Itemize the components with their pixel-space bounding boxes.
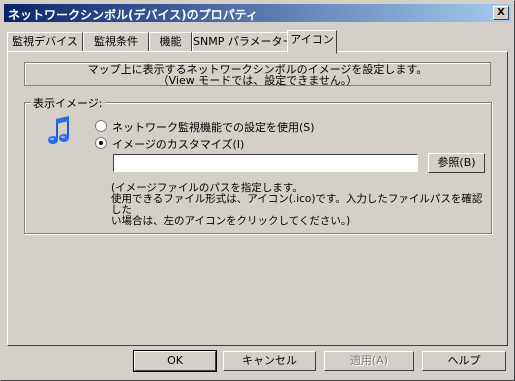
tab-snmp-parameters[interactable]: SNMP パラメーター <box>192 32 294 51</box>
help-text: (イメージファイルのパスを指定します。 使用できるファイル形式は、アイコン(.i… <box>111 183 489 227</box>
group-label: 表示イメージ: <box>31 95 105 111</box>
title-bar: ネットワークシンボル(デバイス)のプロパティ X <box>4 4 511 22</box>
radio-use-network-settings[interactable]: ネットワーク監視機能での設定を使用(S) <box>95 119 315 135</box>
tab-function[interactable]: 機能 <box>149 32 192 51</box>
music-note-icon[interactable] <box>47 116 73 148</box>
help-line-3: い場合は、左のアイコンをクリックしてください。) <box>111 215 351 227</box>
help-line-2: 使用できるファイル形式は、アイコン(.ico)です。入力したファイルパスを確認し… <box>111 193 483 216</box>
window-title: ネットワークシンボル(デバイス)のプロパティ <box>8 8 258 22</box>
tab-icon[interactable]: アイコン <box>287 30 337 54</box>
info-line-2: （View モードでは、設定できません。） <box>157 74 358 87</box>
help-button[interactable]: ヘルプ <box>422 351 506 371</box>
display-image-group: 表示イメージ: ネットワーク監視機能での設定を使用(S) イメージのカスタマイズ… <box>24 95 492 234</box>
tab-monitor-device[interactable]: 監視デバイス <box>7 32 83 51</box>
image-path-input[interactable] <box>113 154 418 172</box>
apply-button[interactable]: 適用(A) <box>324 351 414 371</box>
browse-button[interactable]: 参照(B) <box>428 153 485 173</box>
ok-button[interactable]: OK <box>133 350 217 372</box>
cancel-button[interactable]: キャンセル <box>223 351 316 371</box>
info-banner: マップ上に表示するネットワークシンボルのイメージを設定します。 （View モー… <box>24 62 491 86</box>
radio-customize-image[interactable]: イメージのカスタマイズ(I) <box>95 136 244 152</box>
tab-monitor-conditions[interactable]: 監視条件 <box>83 32 149 51</box>
radio-customize-image-label: イメージのカスタマイズ(I) <box>112 138 245 151</box>
radio-indicator <box>95 120 107 132</box>
close-button[interactable]: X <box>493 6 509 20</box>
properties-dialog: ネットワークシンボル(デバイス)のプロパティ X 監視デバイス 監視条件 機能 … <box>0 0 515 381</box>
radio-use-network-settings-label: ネットワーク監視機能での設定を使用(S) <box>112 121 315 134</box>
radio-indicator-selected <box>95 137 107 149</box>
tab-panel-icon: マップ上に表示するネットワークシンボルのイメージを設定します。 （View モー… <box>7 51 508 346</box>
